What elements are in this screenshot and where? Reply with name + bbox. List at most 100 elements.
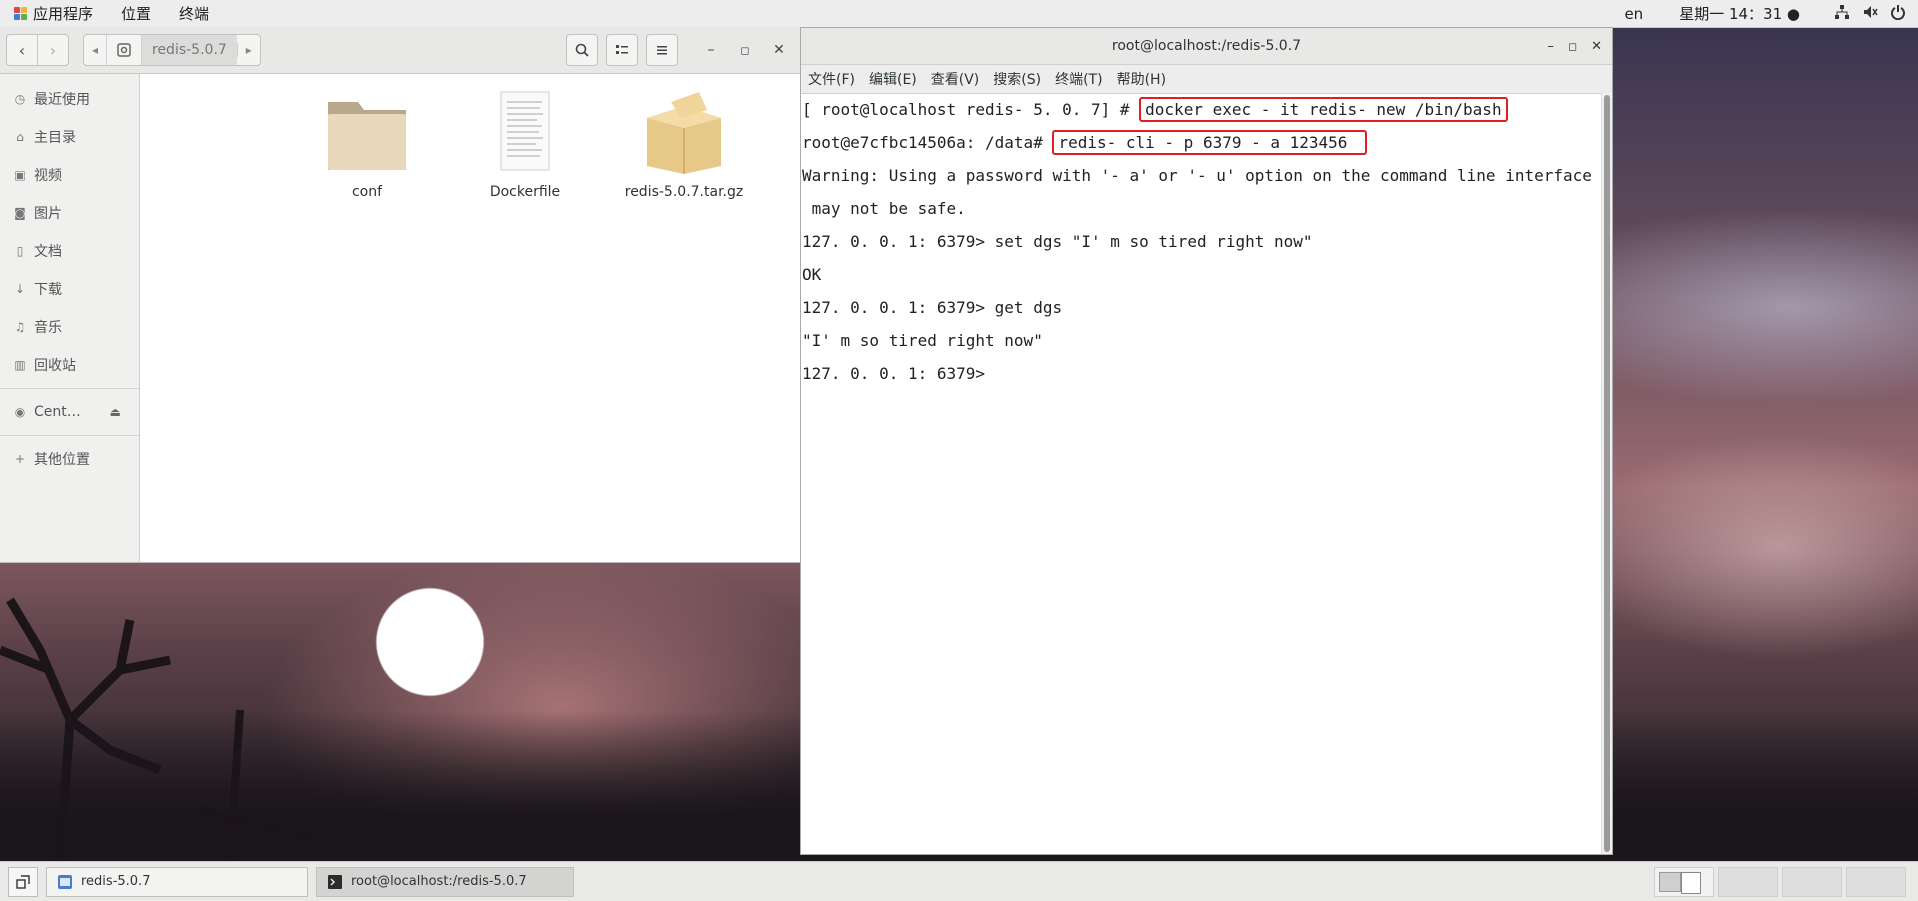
close-button[interactable]: ✕ [766, 35, 792, 65]
sidebar-item-label: 视频 [34, 168, 62, 184]
maximize-icon[interactable]: ◻ [1568, 40, 1577, 53]
file-name: conf [351, 184, 383, 200]
terminal-scrollbar[interactable] [1601, 93, 1612, 854]
file-item-tarball[interactable]: redis-5.0.7.tar.gz [624, 88, 744, 200]
file-item-dockerfile[interactable]: Dockerfile [465, 88, 585, 200]
search-button[interactable] [566, 34, 598, 66]
menu-terminal[interactable]: 终端(T) [1048, 69, 1109, 89]
file-view: conf Dockerfile redis-5.0.7.tar.gz [140, 74, 800, 562]
sidebar-item-trash[interactable]: ▥ 回收站 [0, 346, 139, 384]
top-panel: 应用程序 位置 终端 en 星期一 14：31 ● [0, 0, 1918, 28]
video-icon: ▣ [14, 168, 26, 182]
menu-help[interactable]: 帮助(H) [1110, 69, 1173, 89]
volume-icon[interactable] [1862, 4, 1878, 24]
path-segment-current[interactable]: redis-5.0.7 [141, 35, 237, 65]
sidebar-divider [0, 388, 139, 389]
terminal-line: 127. 0. 0. 1: 6379> get dgs [802, 298, 1063, 317]
sidebar-item-label: Cent… [34, 404, 81, 420]
clock-icon: ◷ [14, 92, 26, 106]
download-icon: ↓ [14, 282, 26, 296]
input-language[interactable]: en [1624, 5, 1667, 23]
shell-prompt: [ root@localhost redis- 5. 0. 7] # [802, 100, 1140, 119]
minimize-icon: – [707, 42, 715, 58]
maximize-icon: ◻ [740, 43, 750, 57]
sidebar-item-downloads[interactable]: ↓ 下载 [0, 270, 139, 308]
terminal-line: OK [802, 265, 822, 284]
forward-button[interactable]: › [37, 35, 68, 65]
places-sidebar: ◷ 最近使用 ⌂ 主目录 ▣ 视频 ◙ 图片 ▯ 文档 ↓ 下载 ♫ 音乐 ▥ 回收站 ◉ Ce… [0, 74, 140, 562]
path-scroll-left-icon[interactable]: ◂ [84, 43, 106, 57]
scrollbar-thumb[interactable] [1604, 95, 1610, 852]
applications-label: 应用程序 [33, 5, 94, 23]
sidebar-item-label: 音乐 [34, 320, 62, 336]
sidebar-item-recent[interactable]: ◷ 最近使用 [0, 80, 139, 118]
highlighted-command: docker exec - it redis- new /bin/bash [1139, 97, 1508, 122]
disk-icon [117, 43, 131, 57]
show-desktop-button[interactable] [8, 866, 38, 897]
camera-icon: ◙ [14, 206, 26, 220]
path-root-button[interactable] [106, 35, 141, 65]
terminal-titlebar[interactable]: root@localhost:/redis-5.0.7 – ◻ ✕ [801, 28, 1612, 65]
sidebar-item-label: 图片 [34, 206, 62, 222]
clock[interactable]: 星期一 14：31 ● [1679, 3, 1822, 24]
eject-icon[interactable]: ⏏ [110, 405, 121, 419]
sidebar-item-documents[interactable]: ▯ 文档 [0, 232, 139, 270]
file-manager-headerbar: ‹ › ◂ redis-5.0.7 ▸ – ◻ ✕ [0, 27, 800, 74]
workspace-switcher [1654, 866, 1918, 897]
home-icon: ⌂ [16, 130, 24, 144]
taskbar-item-file-manager[interactable]: redis-5.0.7 [46, 866, 308, 897]
history-nav: ‹ › [6, 34, 69, 66]
sidebar-item-music[interactable]: ♫ 音乐 [0, 308, 139, 346]
terminal-icon [328, 874, 342, 889]
text-document-icon [500, 91, 550, 171]
workspace-3[interactable] [1782, 866, 1842, 897]
terminal-output[interactable]: [ root@localhost redis- 5. 0. 7] # docke… [801, 93, 1602, 854]
search-icon [575, 43, 589, 57]
hamburger-icon [657, 46, 667, 55]
file-name: Dockerfile [489, 184, 561, 200]
applications-menu[interactable]: 应用程序 [0, 0, 107, 27]
minimize-icon[interactable]: – [1547, 39, 1554, 54]
sidebar-item-label: 文档 [34, 244, 62, 260]
minimize-button[interactable]: – [698, 35, 724, 65]
sidebar-item-pictures[interactable]: ◙ 图片 [0, 194, 139, 232]
workspace-4[interactable] [1846, 866, 1906, 897]
sidebar-item-label: 其他位置 [34, 452, 90, 468]
terminal-line: Warning: Using a password with '- a' or … [802, 166, 1592, 185]
close-icon[interactable]: ✕ [1591, 39, 1602, 54]
terminal-menu[interactable]: 终端 [165, 0, 223, 27]
network-icon[interactable] [1834, 4, 1850, 24]
taskbar-item-label: redis-5.0.7 [81, 874, 151, 889]
sidebar-item-device[interactable]: ◉ Cent… ⏏ [0, 393, 139, 431]
view-toggle-button[interactable] [606, 34, 638, 66]
menu-file[interactable]: 文件(F) [801, 69, 862, 89]
workspace-1[interactable] [1654, 866, 1714, 897]
disc-icon: ◉ [14, 405, 26, 419]
terminal-line: 127. 0. 0. 1: 6379> [802, 364, 995, 383]
places-menu[interactable]: 位置 [107, 0, 165, 27]
terminal-title: root@localhost:/redis-5.0.7 [1111, 38, 1302, 54]
terminal-line: [ root@localhost redis- 5. 0. 7] # docke… [802, 93, 1602, 126]
sidebar-item-videos[interactable]: ▣ 视频 [0, 156, 139, 194]
menu-button[interactable] [646, 34, 678, 66]
sidebar-item-other-locations[interactable]: + 其他位置 [0, 440, 139, 478]
menu-edit[interactable]: 编辑(E) [862, 69, 924, 89]
power-icon[interactable] [1890, 4, 1906, 24]
file-item-conf[interactable]: conf [307, 88, 427, 200]
workspace-2[interactable] [1718, 866, 1778, 897]
maximize-button[interactable]: ◻ [732, 35, 758, 65]
path-scroll-right-icon[interactable]: ▸ [236, 43, 260, 57]
menu-view[interactable]: 查看(V) [924, 69, 987, 89]
back-button[interactable]: ‹ [7, 35, 37, 65]
sidebar-item-home[interactable]: ⌂ 主目录 [0, 118, 139, 156]
sidebar-item-label: 主目录 [34, 130, 76, 146]
menu-search[interactable]: 搜索(S) [986, 69, 1048, 89]
wallpaper-tree [0, 597, 320, 860]
taskbar-item-terminal[interactable]: root@localhost:/redis-5.0.7 [316, 866, 574, 897]
chevron-right-icon: › [49, 40, 57, 60]
file-manager-icon [58, 874, 72, 889]
document-icon: ▯ [16, 244, 24, 258]
taskbar-item-label: root@localhost:/redis-5.0.7 [351, 874, 527, 889]
sidebar-item-label: 回收站 [34, 358, 76, 374]
terminal-line: root@e7cfbc14506a: /data# redis- cli - p… [802, 126, 1602, 159]
